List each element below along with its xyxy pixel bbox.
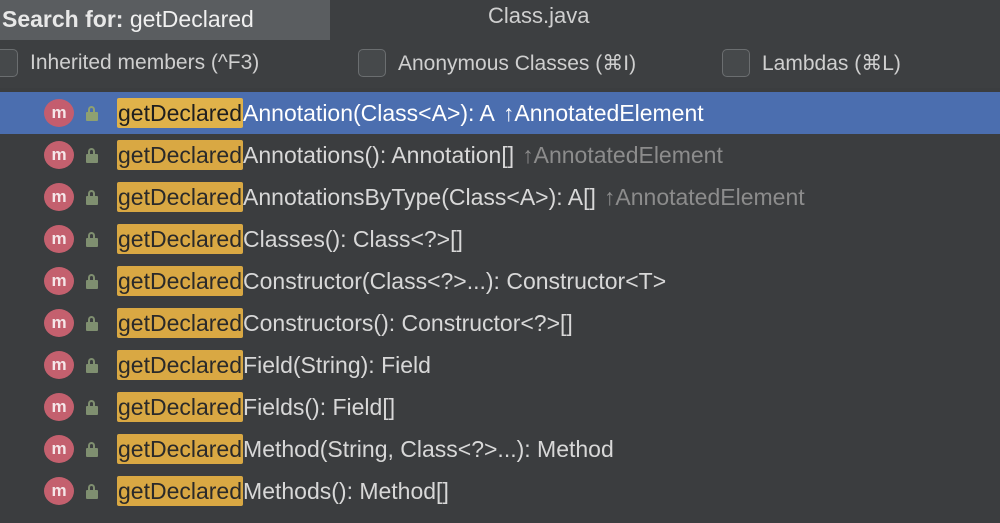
method-icon: m [44, 351, 74, 379]
search-field[interactable]: Search for: getDeclared [0, 0, 330, 40]
inherited-members-checkbox[interactable] [0, 49, 18, 77]
signature-rest: Fields(): Field[] [243, 393, 396, 420]
filter-options-bar: Inherited members (^F3) Anonymous Classe… [0, 40, 1000, 88]
method-icon: m [44, 141, 74, 169]
method-signature: getDeclared Annotations(): Annotation[] ↑A… [117, 134, 723, 176]
method-signature: getDeclared Field(String): Field [117, 344, 431, 386]
method-signature: getDeclared Method(String, Class<?>...): … [117, 428, 614, 470]
option-inherited-members[interactable]: Inherited members (^F3) [0, 44, 259, 82]
method-icon: m [44, 477, 74, 505]
anonymous-classes-checkbox[interactable] [358, 49, 386, 77]
match-highlight: getDeclared [117, 140, 244, 170]
lock-icon [86, 106, 100, 122]
list-item[interactable]: m getDeclared AnnotationsByType(Class<A>):… [0, 176, 1000, 218]
match-highlight: getDeclared [117, 182, 244, 212]
list-item[interactable]: m getDeclared Fields(): Field[] [0, 386, 1000, 428]
declaring-type: ↑AnnotatedElement [603, 183, 805, 210]
method-icon: m [44, 225, 74, 253]
method-signature: getDeclared Fields(): Field[] [117, 386, 395, 428]
results-list: m getDeclared Annotation(Class<A>): A ↑Anno… [0, 92, 1000, 518]
match-highlight: getDeclared [117, 350, 244, 380]
lock-icon [86, 232, 100, 248]
method-signature: getDeclared Constructors(): Constructor<?… [117, 302, 573, 344]
method-icon: m [44, 183, 74, 211]
option-anonymous-classes[interactable]: Anonymous Classes (⌘I) [358, 44, 636, 82]
method-icon: m [44, 435, 74, 463]
list-item[interactable]: m getDeclared Constructors(): Constructor<… [0, 302, 1000, 344]
list-item[interactable]: m getDeclared Annotations(): Annotation[] ↑… [0, 134, 1000, 176]
lock-icon [86, 442, 100, 458]
list-item[interactable]: m getDeclared Classes(): Class<?>[] [0, 218, 1000, 260]
lock-icon [86, 148, 100, 164]
method-signature: getDeclared Classes(): Class<?>[] [117, 218, 463, 260]
lambdas-label[interactable]: Lambdas (⌘L) [762, 51, 901, 76]
lock-icon [86, 190, 100, 206]
method-icon: m [44, 99, 74, 127]
method-signature: getDeclared Constructor(Class<?>...): Con… [117, 260, 666, 302]
method-icon: m [44, 393, 74, 421]
lock-icon [86, 484, 100, 500]
signature-rest: Classes(): Class<?>[] [243, 225, 463, 252]
list-item[interactable]: m getDeclared Constructor(Class<?>...): Co… [0, 260, 1000, 302]
lock-icon [86, 274, 100, 290]
method-icon: m [44, 309, 74, 337]
declaring-type: ↑AnnotatedElement [502, 99, 704, 126]
declaring-type: ↑AnnotatedElement [522, 141, 723, 168]
list-item[interactable]: m getDeclared Annotation(Class<A>): A ↑Anno… [0, 92, 1000, 134]
match-highlight: getDeclared [117, 308, 244, 338]
search-query[interactable]: getDeclared [130, 6, 254, 32]
lock-icon [86, 358, 100, 374]
match-highlight: getDeclared [117, 434, 244, 464]
method-signature: getDeclared Annotation(Class<A>): A ↑Annot… [117, 92, 704, 134]
anonymous-classes-label[interactable]: Anonymous Classes (⌘I) [398, 51, 636, 76]
signature-rest: Method(String, Class<?>...): Method [243, 435, 614, 462]
lambdas-checkbox[interactable] [722, 49, 750, 77]
popup-header: Search for: getDeclared Class.java [0, 0, 1000, 40]
option-lambdas[interactable]: Lambdas (⌘L) [722, 44, 901, 82]
list-item[interactable]: m getDeclared Field(String): Field [0, 344, 1000, 386]
match-highlight: getDeclared [117, 98, 244, 128]
lock-icon [86, 316, 100, 332]
list-item[interactable]: m getDeclared Methods(): Method[] [0, 470, 1000, 512]
inherited-members-label[interactable]: Inherited members (^F3) [30, 51, 259, 75]
signature-rest: Constructor(Class<?>...): Constructor<T> [243, 267, 667, 294]
signature-rest: Field(String): Field [243, 351, 431, 378]
list-item[interactable]: m getDeclared Method(String, Class<?>...):… [0, 428, 1000, 470]
signature-rest: Methods(): Method[] [243, 477, 449, 504]
lock-icon [86, 400, 100, 416]
match-highlight: getDeclared [117, 266, 244, 296]
search-prefix-label: Search for: [2, 6, 130, 32]
signature-rest: Constructors(): Constructor<?>[] [243, 309, 573, 336]
signature-rest: Annotation(Class<A>): A [243, 99, 495, 126]
file-title: Class.java [488, 3, 590, 28]
signature-rest: Annotations(): Annotation[] [243, 141, 515, 168]
method-signature: getDeclared Methods(): Method[] [117, 470, 449, 512]
method-icon: m [44, 267, 74, 295]
signature-rest: AnnotationsByType(Class<A>): A[] [243, 183, 596, 210]
match-highlight: getDeclared [117, 224, 244, 254]
match-highlight: getDeclared [117, 476, 244, 506]
match-highlight: getDeclared [117, 392, 244, 422]
method-signature: getDeclared AnnotationsByType(Class<A>): … [117, 176, 805, 218]
